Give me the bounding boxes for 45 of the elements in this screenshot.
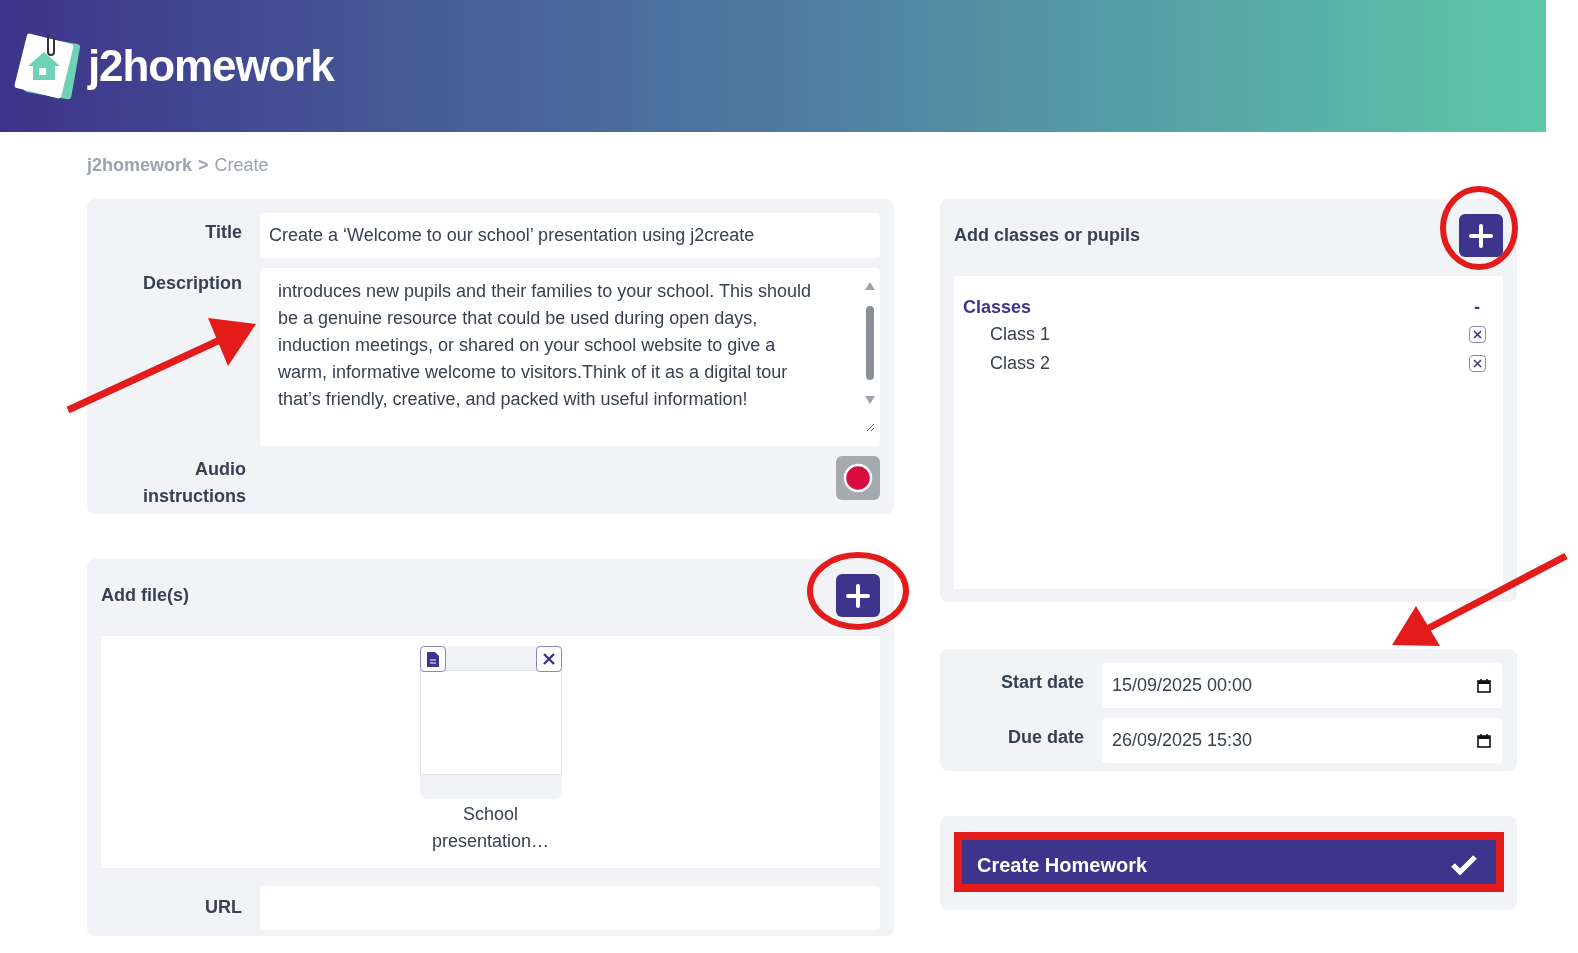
remove-class-button[interactable] xyxy=(1469,326,1486,343)
date-value: 15/09/2025 00:00 xyxy=(1112,674,1253,697)
field-label: Start date xyxy=(999,671,1084,694)
section-heading: Add classes or pupils xyxy=(954,224,1141,247)
breadcrumb-separator: > xyxy=(198,154,209,177)
plus-icon xyxy=(1468,222,1494,249)
calendar-icon xyxy=(1476,732,1492,749)
scroll-thumb[interactable] xyxy=(866,306,874,380)
scroll-up-icon xyxy=(865,282,875,290)
date-input[interactable]: 26/09/2025 15:30 xyxy=(1102,718,1502,763)
add-button[interactable] xyxy=(1459,214,1503,257)
tree-group-label[interactable]: Classes xyxy=(963,293,1032,321)
field-label: Due date xyxy=(1006,726,1084,749)
close-icon xyxy=(1473,359,1482,368)
field-label: Title xyxy=(204,221,242,244)
file-name: School presentation… xyxy=(430,803,551,853)
remove-file-button[interactable] xyxy=(535,646,562,672)
field-label: Audio instructions xyxy=(142,458,246,508)
calendar-icon xyxy=(1476,677,1492,694)
breadcrumb-current: Create xyxy=(214,154,269,177)
remove-class-button[interactable] xyxy=(1469,355,1486,372)
file-tile[interactable] xyxy=(419,646,562,799)
plus-icon xyxy=(845,582,871,609)
house-note-logo-icon xyxy=(14,32,80,100)
check-icon xyxy=(1450,854,1478,876)
date-value: 26/09/2025 15:30 xyxy=(1112,729,1253,752)
file-type-icon xyxy=(419,646,446,672)
class-name: Class 2 xyxy=(990,352,1051,375)
scroll-down-icon xyxy=(865,396,875,404)
title-input[interactable]: Create a ‘Welcome to our school’ presentation using j2create xyxy=(260,213,880,258)
date-input[interactable]: 15/09/2025 00:00 xyxy=(1102,663,1502,708)
add-button[interactable] xyxy=(836,574,880,617)
close-icon xyxy=(542,653,555,665)
record-button[interactable] xyxy=(836,456,880,500)
class-name: Class 1 xyxy=(990,323,1051,346)
resize-grip-icon xyxy=(865,422,875,432)
close-icon xyxy=(1473,330,1482,339)
field-label: Description xyxy=(141,272,242,295)
description-textarea[interactable] xyxy=(260,268,880,446)
logo-text: j2homework xyxy=(88,40,334,92)
field-label: URL xyxy=(204,896,242,919)
section-heading: Add file(s) xyxy=(101,584,189,607)
collapse-toggle[interactable]: - xyxy=(1474,293,1494,321)
description-text: introduces new pupils and their families to your school. This should be a genuine resource that could be used during open days, induction meetings, or shared on your school website to give a warm, informative welcome to visitors.Think of it as a digital tour that’s friendly, creative, and packed with useful information! xyxy=(278,280,812,411)
record-icon xyxy=(843,463,873,493)
